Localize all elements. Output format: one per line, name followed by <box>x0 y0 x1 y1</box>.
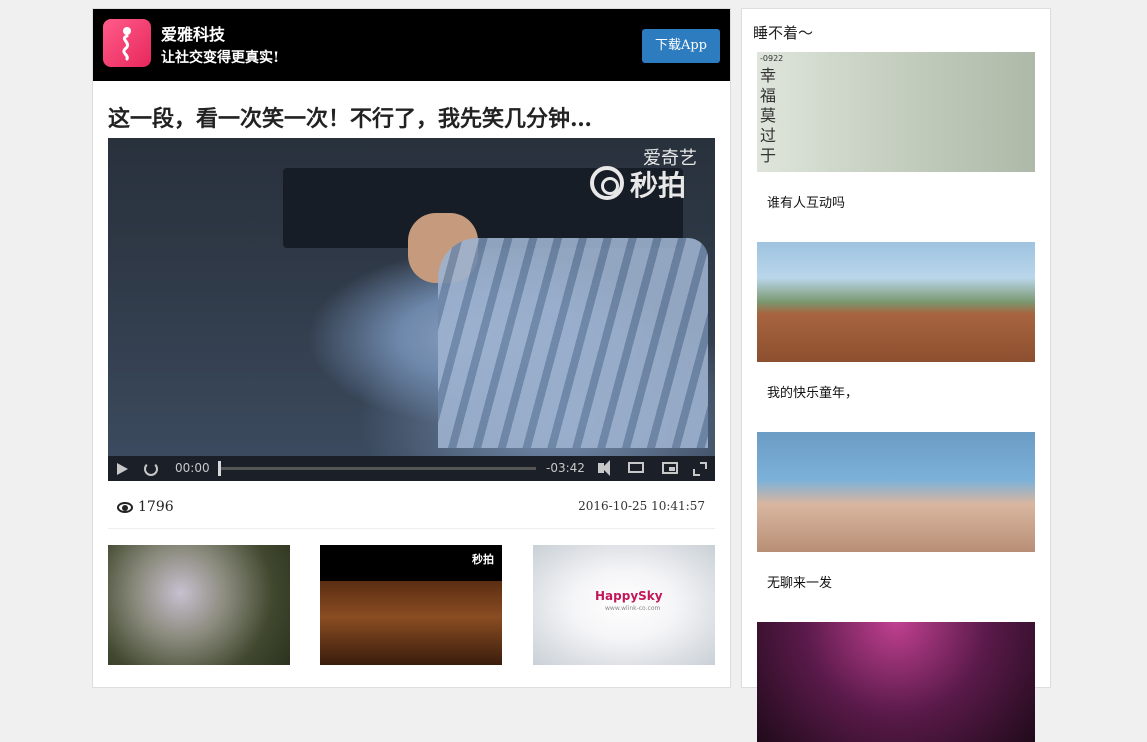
current-time: 00:00 <box>175 461 210 475</box>
sidebar-item[interactable]: 我的快乐童年， <box>757 242 1035 401</box>
sidebar-item[interactable]: -0922 幸福莫过于 谁有人互动吗 <box>757 52 1035 211</box>
sidebar-item[interactable] <box>757 622 1035 742</box>
sidebar-item-image[interactable] <box>757 242 1035 362</box>
sidebar-item-image[interactable] <box>757 432 1035 552</box>
camera-icon <box>590 166 624 200</box>
video-player[interactable]: 爱奇艺 秒拍 00:00 -03:42 <box>108 138 715 481</box>
sidebar-title: 睡不着～ <box>753 24 814 42</box>
remaining-time: -03:42 <box>546 461 585 475</box>
video-controls: 00:00 -03:42 <box>108 456 715 481</box>
thumb-logo-url: www.wlink-co.com <box>605 605 661 612</box>
airplay-icon[interactable] <box>628 462 644 473</box>
download-app-button[interactable]: 下载App <box>642 29 720 63</box>
video-scene-blanket <box>438 238 708 448</box>
sidebar-item[interactable]: 无聊来一发 <box>757 432 1035 591</box>
eye-icon <box>117 502 133 513</box>
app-slogan: 让社交变得更真实! <box>161 50 280 66</box>
image-number: -0922 <box>760 54 784 63</box>
video-watermark-miaopai: 秒拍 <box>630 169 687 202</box>
sidebar-item-image[interactable]: -0922 幸福莫过于 <box>757 52 1035 172</box>
related-videos: 秒拍 HappySky www.wlink-co.com <box>108 545 715 675</box>
app-name: 爱雅科技 <box>161 25 226 44</box>
sidebar: 睡不着～ -0922 幸福莫过于 谁有人互动吗 我的快乐童年， 无聊来一发 <box>741 8 1051 742</box>
sidebar-item-caption[interactable]: 我的快乐童年， <box>767 382 858 401</box>
post-meta: 1796 2016-10-25 10:41:57 <box>108 495 715 529</box>
post-title: 这一段，看一次笑一次！不行了，我先笑几分钟… <box>108 106 593 132</box>
related-thumb-3[interactable]: HappySky www.wlink-co.com <box>533 545 715 665</box>
related-thumb-1[interactable] <box>108 545 290 665</box>
video-frame[interactable]: 爱奇艺 秒拍 <box>108 138 715 456</box>
image-text: 幸福莫过于 <box>760 66 777 165</box>
picture-in-picture-icon[interactable] <box>662 462 678 474</box>
sidebar-item-caption[interactable]: 谁有人互动吗 <box>767 192 845 211</box>
thumb-watermark: 秒拍 <box>472 553 494 566</box>
post-timestamp: 2016-10-25 10:41:57 <box>578 499 705 513</box>
app-logo[interactable] <box>103 19 151 67</box>
thumb-logo: HappySky <box>595 589 663 603</box>
rewind-15-icon[interactable] <box>144 462 158 476</box>
app-download-banner: 爱雅科技 让社交变得更真实! 下载App <box>93 9 730 81</box>
view-count: 1796 <box>138 499 174 515</box>
volume-icon[interactable] <box>598 460 610 476</box>
related-thumb-2[interactable]: 秒拍 <box>320 545 502 665</box>
progress-knob[interactable] <box>218 461 221 476</box>
sidebar-item-caption[interactable]: 无聊来一发 <box>767 572 832 591</box>
main-column: 爱雅科技 让社交变得更真实! 下载App 这一段，看一次笑一次！不行了，我先笑几… <box>92 8 731 688</box>
fullscreen-icon[interactable] <box>693 462 707 476</box>
play-icon[interactable] <box>117 463 128 475</box>
progress-bar[interactable] <box>218 467 536 470</box>
sidebar-item-image[interactable] <box>757 622 1035 742</box>
